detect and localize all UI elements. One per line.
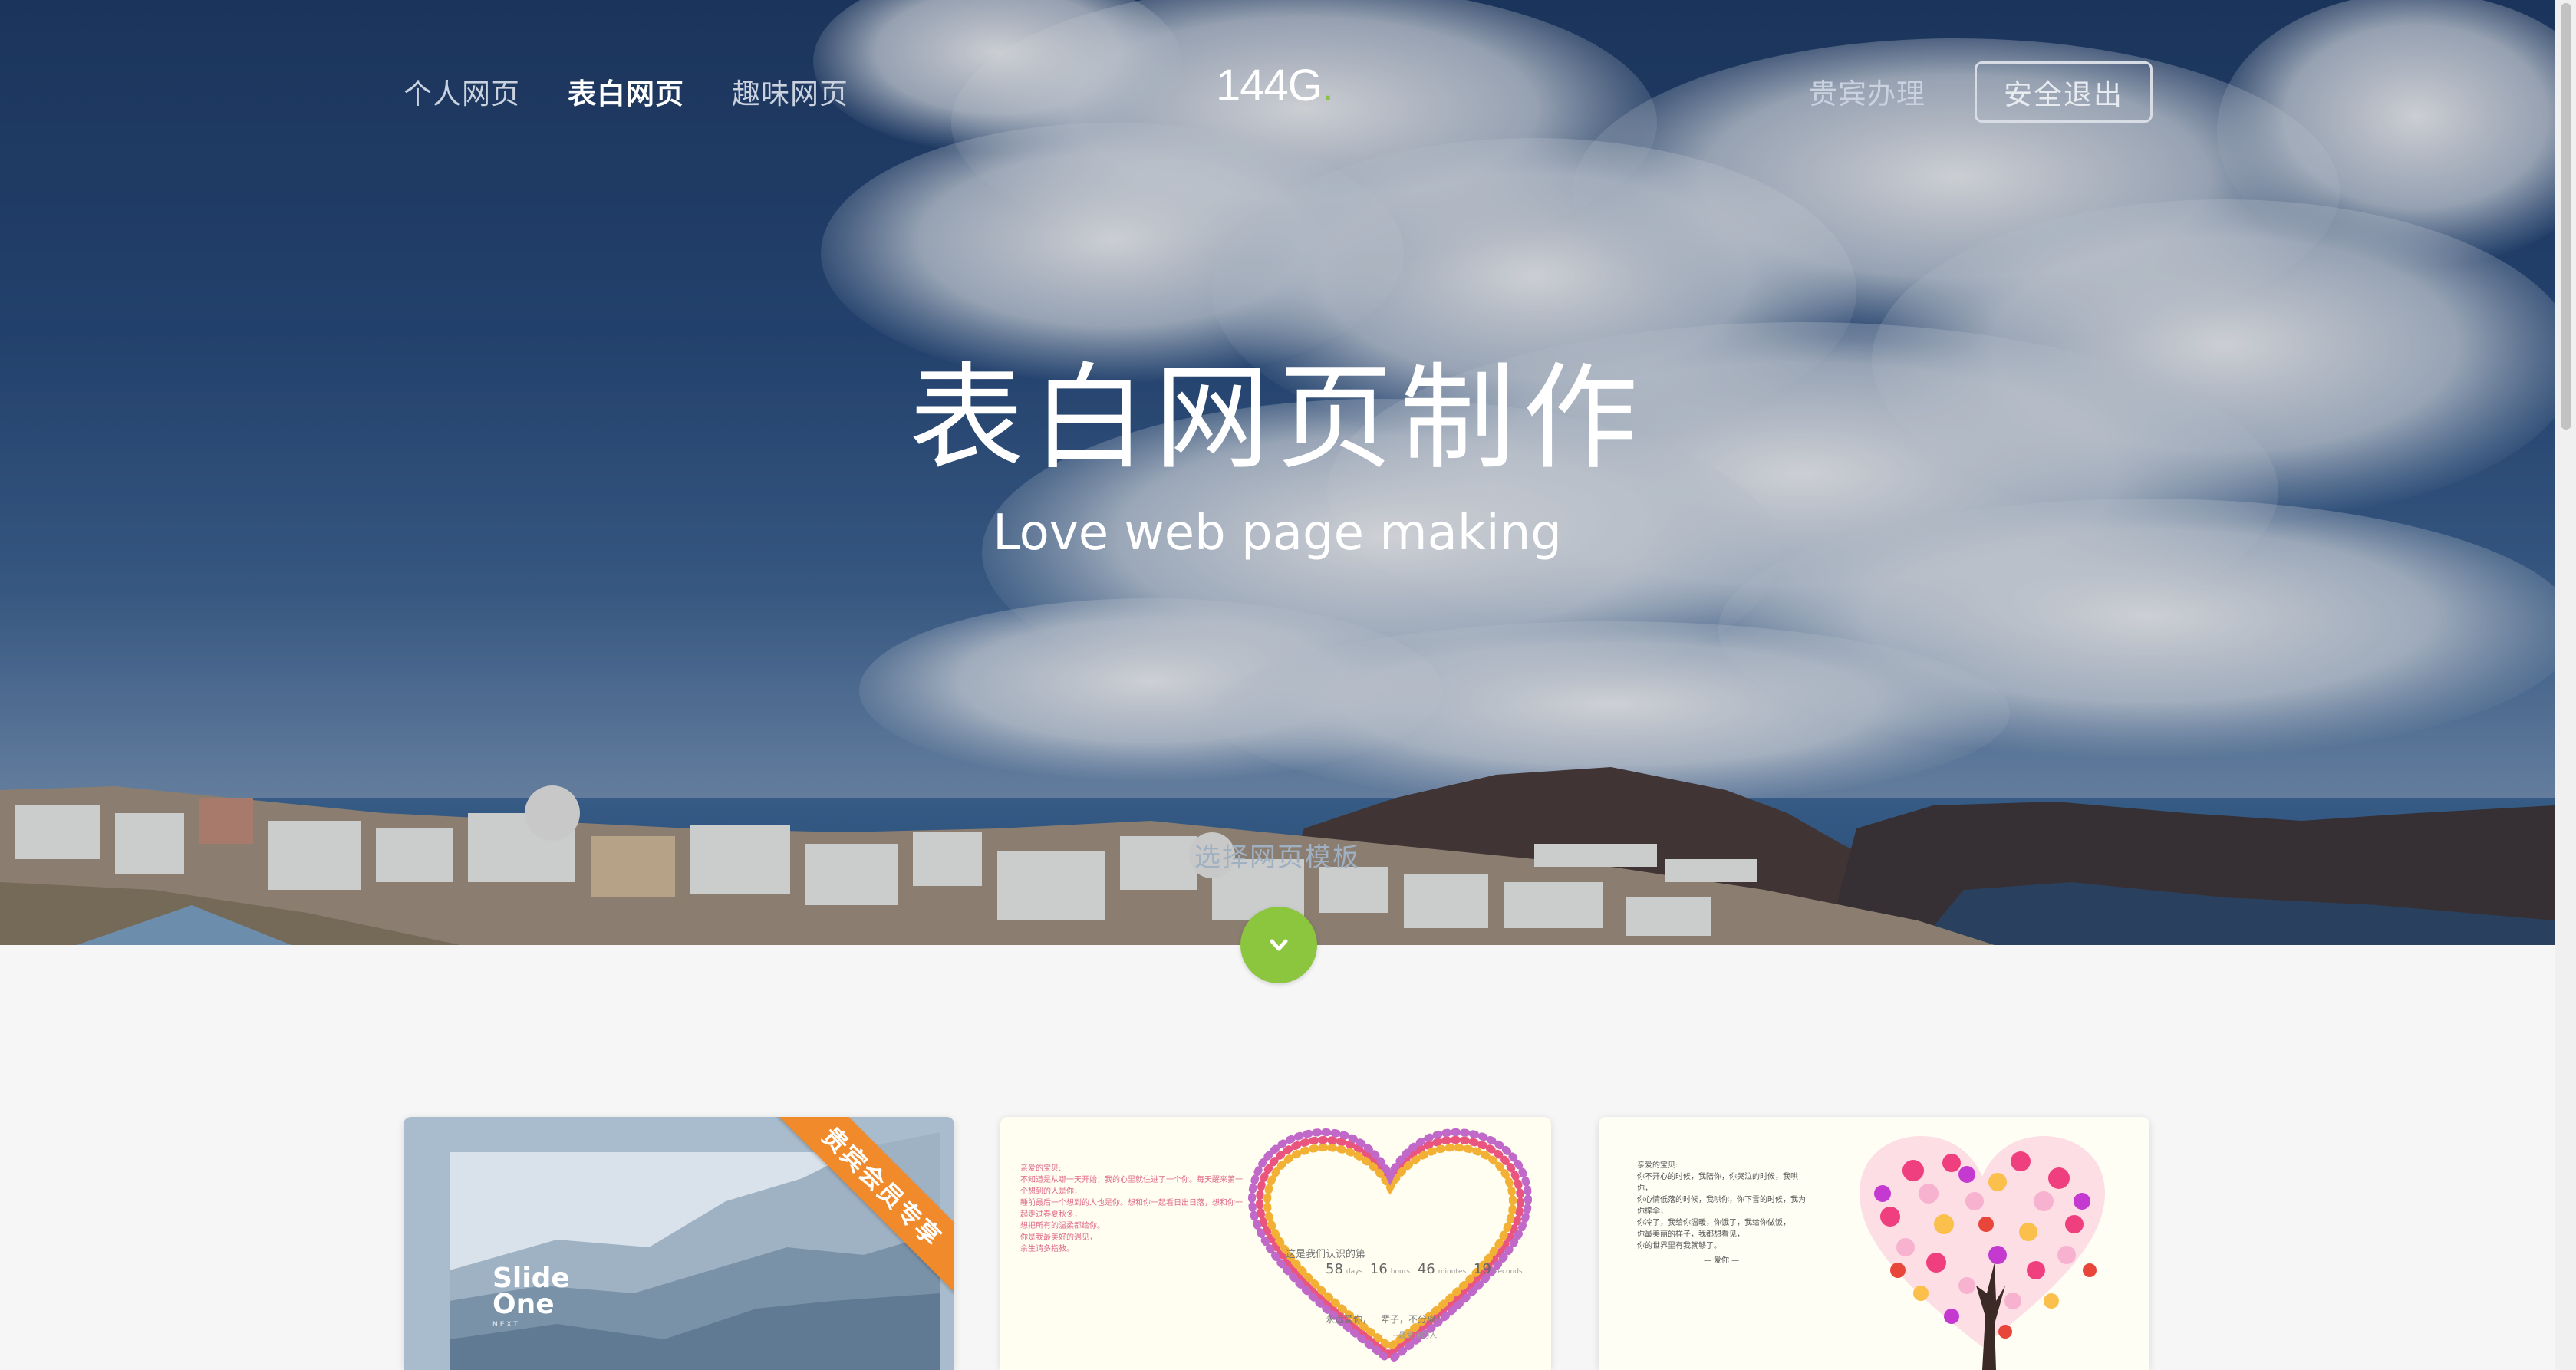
letter-line: 你心情低落的时候，我哄你，你下雪的时候，我为你撑伞， bbox=[1637, 1196, 1806, 1216]
heart-tree-image bbox=[1860, 1136, 2105, 1370]
letter-line: 亲爱的宝贝: bbox=[1020, 1164, 1062, 1173]
slide-title: Slide One bbox=[492, 1265, 570, 1320]
site-logo[interactable]: 144G. bbox=[1216, 60, 1334, 111]
template-card-heart-counter[interactable]: 亲爱的宝贝: 不知道是从哪一天开始，我的心里就住进了一个你。每天醒来第一个想到的… bbox=[1000, 1117, 1551, 1370]
love-vow-text: 永远爱你，一辈子，不分离！ bbox=[1326, 1314, 1446, 1325]
scroll-down-button[interactable] bbox=[1240, 907, 1317, 983]
counter-days-unit: days bbox=[1346, 1268, 1363, 1276]
counter-hours: 16 bbox=[1369, 1261, 1388, 1277]
signature-text: --最爱你的人 bbox=[1393, 1332, 1438, 1340]
slide-title-line2: One bbox=[492, 1289, 555, 1320]
letter-line: 睡前最后一个想到的人也是你。想和你一起看日出日落，想和你一起走过春夏秋冬， bbox=[1020, 1199, 1243, 1219]
template-card-slide[interactable]: Slide One NEXT 贵宾会员专享 bbox=[404, 1117, 954, 1370]
letter-line: 你的世界里有我就够了。 bbox=[1637, 1242, 1721, 1250]
letter-line: — 爱你 — bbox=[1703, 1256, 1740, 1265]
counter-seconds-unit: seconds bbox=[1494, 1268, 1523, 1276]
slide-subtitle: NEXT bbox=[492, 1321, 520, 1329]
logout-button[interactable]: 安全退出 bbox=[1975, 61, 2153, 123]
nav-fun-pages[interactable]: 趣味网页 bbox=[732, 71, 848, 112]
hero-banner: 个人网页 表白网页 趣味网页 144G. 贵宾办理 安全退出 表白网页制作 Lo… bbox=[0, 0, 2555, 945]
hero-subtitle: Love web page making bbox=[993, 505, 1562, 562]
letter-line: 不知道是从哪一天开始，我的心里就住进了一个你。每天醒来第一个想到的人是你， bbox=[1020, 1176, 1243, 1196]
logo-dot: . bbox=[1321, 61, 1334, 110]
flower-heart-image bbox=[1247, 1128, 1533, 1366]
counter-label: 这是我们认识的第 bbox=[1286, 1249, 1366, 1260]
page-scrollbar[interactable] bbox=[2555, 0, 2576, 1370]
chevron-down-icon bbox=[1270, 939, 1288, 951]
love-letter-text: 亲爱的宝贝: 不知道是从哪一天开始，我的心里就住进了一个你。每天醒来第一个想到的… bbox=[1020, 1163, 1243, 1255]
counter-minutes-unit: minutes bbox=[1438, 1268, 1467, 1276]
letter-line: 你最美丽的样子，我都想看见， bbox=[1637, 1230, 1744, 1239]
counter-minutes: 46 bbox=[1417, 1261, 1435, 1277]
nav-personal-pages[interactable]: 个人网页 bbox=[404, 71, 520, 112]
hero-title: 表白网页制作 bbox=[908, 352, 1645, 486]
counter-hours-unit: hours bbox=[1390, 1268, 1411, 1276]
counter-seconds: 19 bbox=[1473, 1261, 1491, 1277]
template-card-heart-tree[interactable]: 亲爱的宝贝: 你不开心的时候，我陪你，你哭泣的时候，我哄你， 你心情低落的时候，… bbox=[1599, 1117, 2149, 1370]
choose-template-label: 选择网页模板 bbox=[1194, 842, 1360, 873]
nav-love-pages[interactable]: 表白网页 bbox=[568, 71, 684, 112]
letter-line: 你不开心的时候，我陪你，你哭泣的时候，我哄你， bbox=[1637, 1173, 1798, 1193]
letter-line: 余生请多指教。 bbox=[1020, 1245, 1074, 1253]
letter-line: 亲爱的宝贝: bbox=[1637, 1161, 1678, 1170]
love-letter-text: 亲爱的宝贝: 你不开心的时候，我陪你，你哭泣的时候，我哄你， 你心情低落的时候，… bbox=[1637, 1160, 1806, 1266]
page: 个人网页 表白网页 趣味网页 144G. 贵宾办理 安全退出 表白网页制作 Lo… bbox=[0, 0, 2576, 1370]
counter-days: 58 bbox=[1326, 1261, 1343, 1277]
letter-line: 你是我最美好的遇见， bbox=[1020, 1233, 1097, 1242]
vip-link[interactable]: 贵宾办理 bbox=[1809, 71, 1925, 112]
logo-text: 144G bbox=[1216, 61, 1323, 110]
love-counter: 58 days 16 hours 46 minutes 19 seconds bbox=[1326, 1261, 1526, 1277]
letter-line: 想把所有的温柔都给你。 bbox=[1020, 1222, 1105, 1230]
letter-line: 你冷了，我给你温暖，你饿了，我给你做饭， bbox=[1637, 1219, 1790, 1227]
scrollbar-thumb[interactable] bbox=[2561, 3, 2571, 430]
